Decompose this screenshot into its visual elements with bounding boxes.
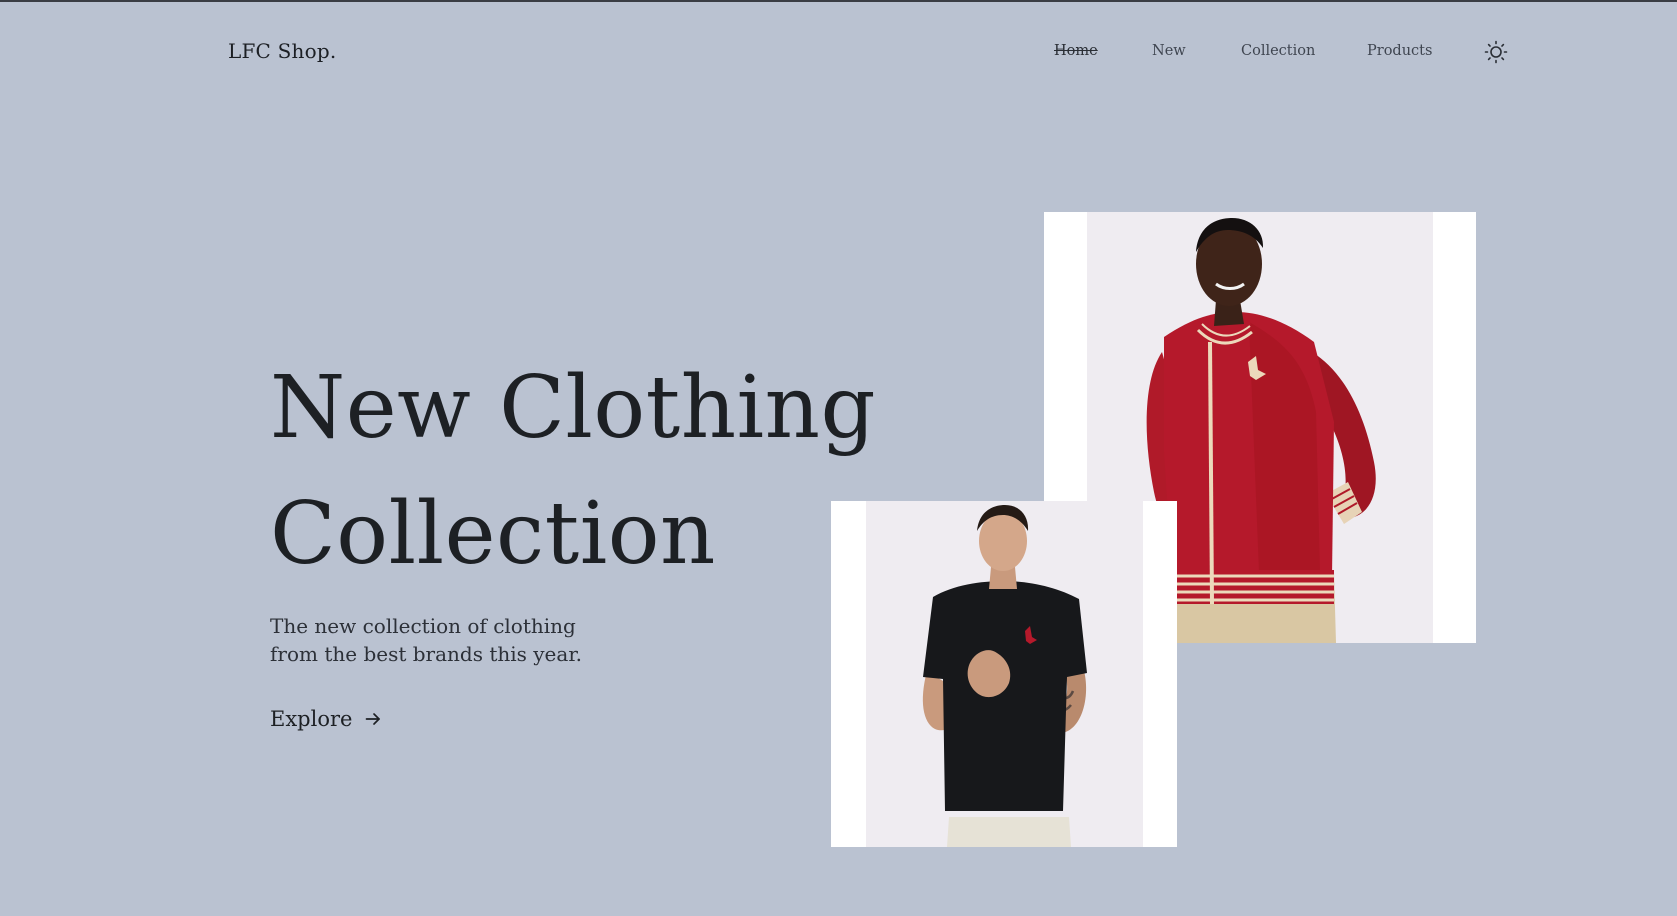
theme-toggle-button[interactable]: [1484, 40, 1508, 64]
nav-home[interactable]: Home: [1054, 43, 1098, 59]
hero-subtitle: The new collection of clothing from the …: [270, 614, 583, 666]
hero-title: New Clothing Collection: [270, 345, 876, 597]
explore-label: Explore: [270, 707, 353, 731]
arrow-right-icon: [366, 713, 381, 725]
top-border: [0, 0, 1677, 2]
brand-logo[interactable]: LFC Shop.: [228, 39, 336, 63]
product-image-tshirt[interactable]: [831, 501, 1177, 847]
nav-new[interactable]: New: [1152, 43, 1186, 59]
hero-title-line1: New Clothing: [270, 358, 877, 458]
nav-collection[interactable]: Collection: [1241, 43, 1315, 59]
nav-products[interactable]: Products: [1367, 43, 1432, 59]
tshirt-model-illustration: [922, 505, 1087, 847]
explore-button[interactable]: Explore: [270, 707, 382, 731]
sun-icon: [1484, 40, 1508, 64]
hero-title-line2: Collection: [270, 484, 716, 584]
